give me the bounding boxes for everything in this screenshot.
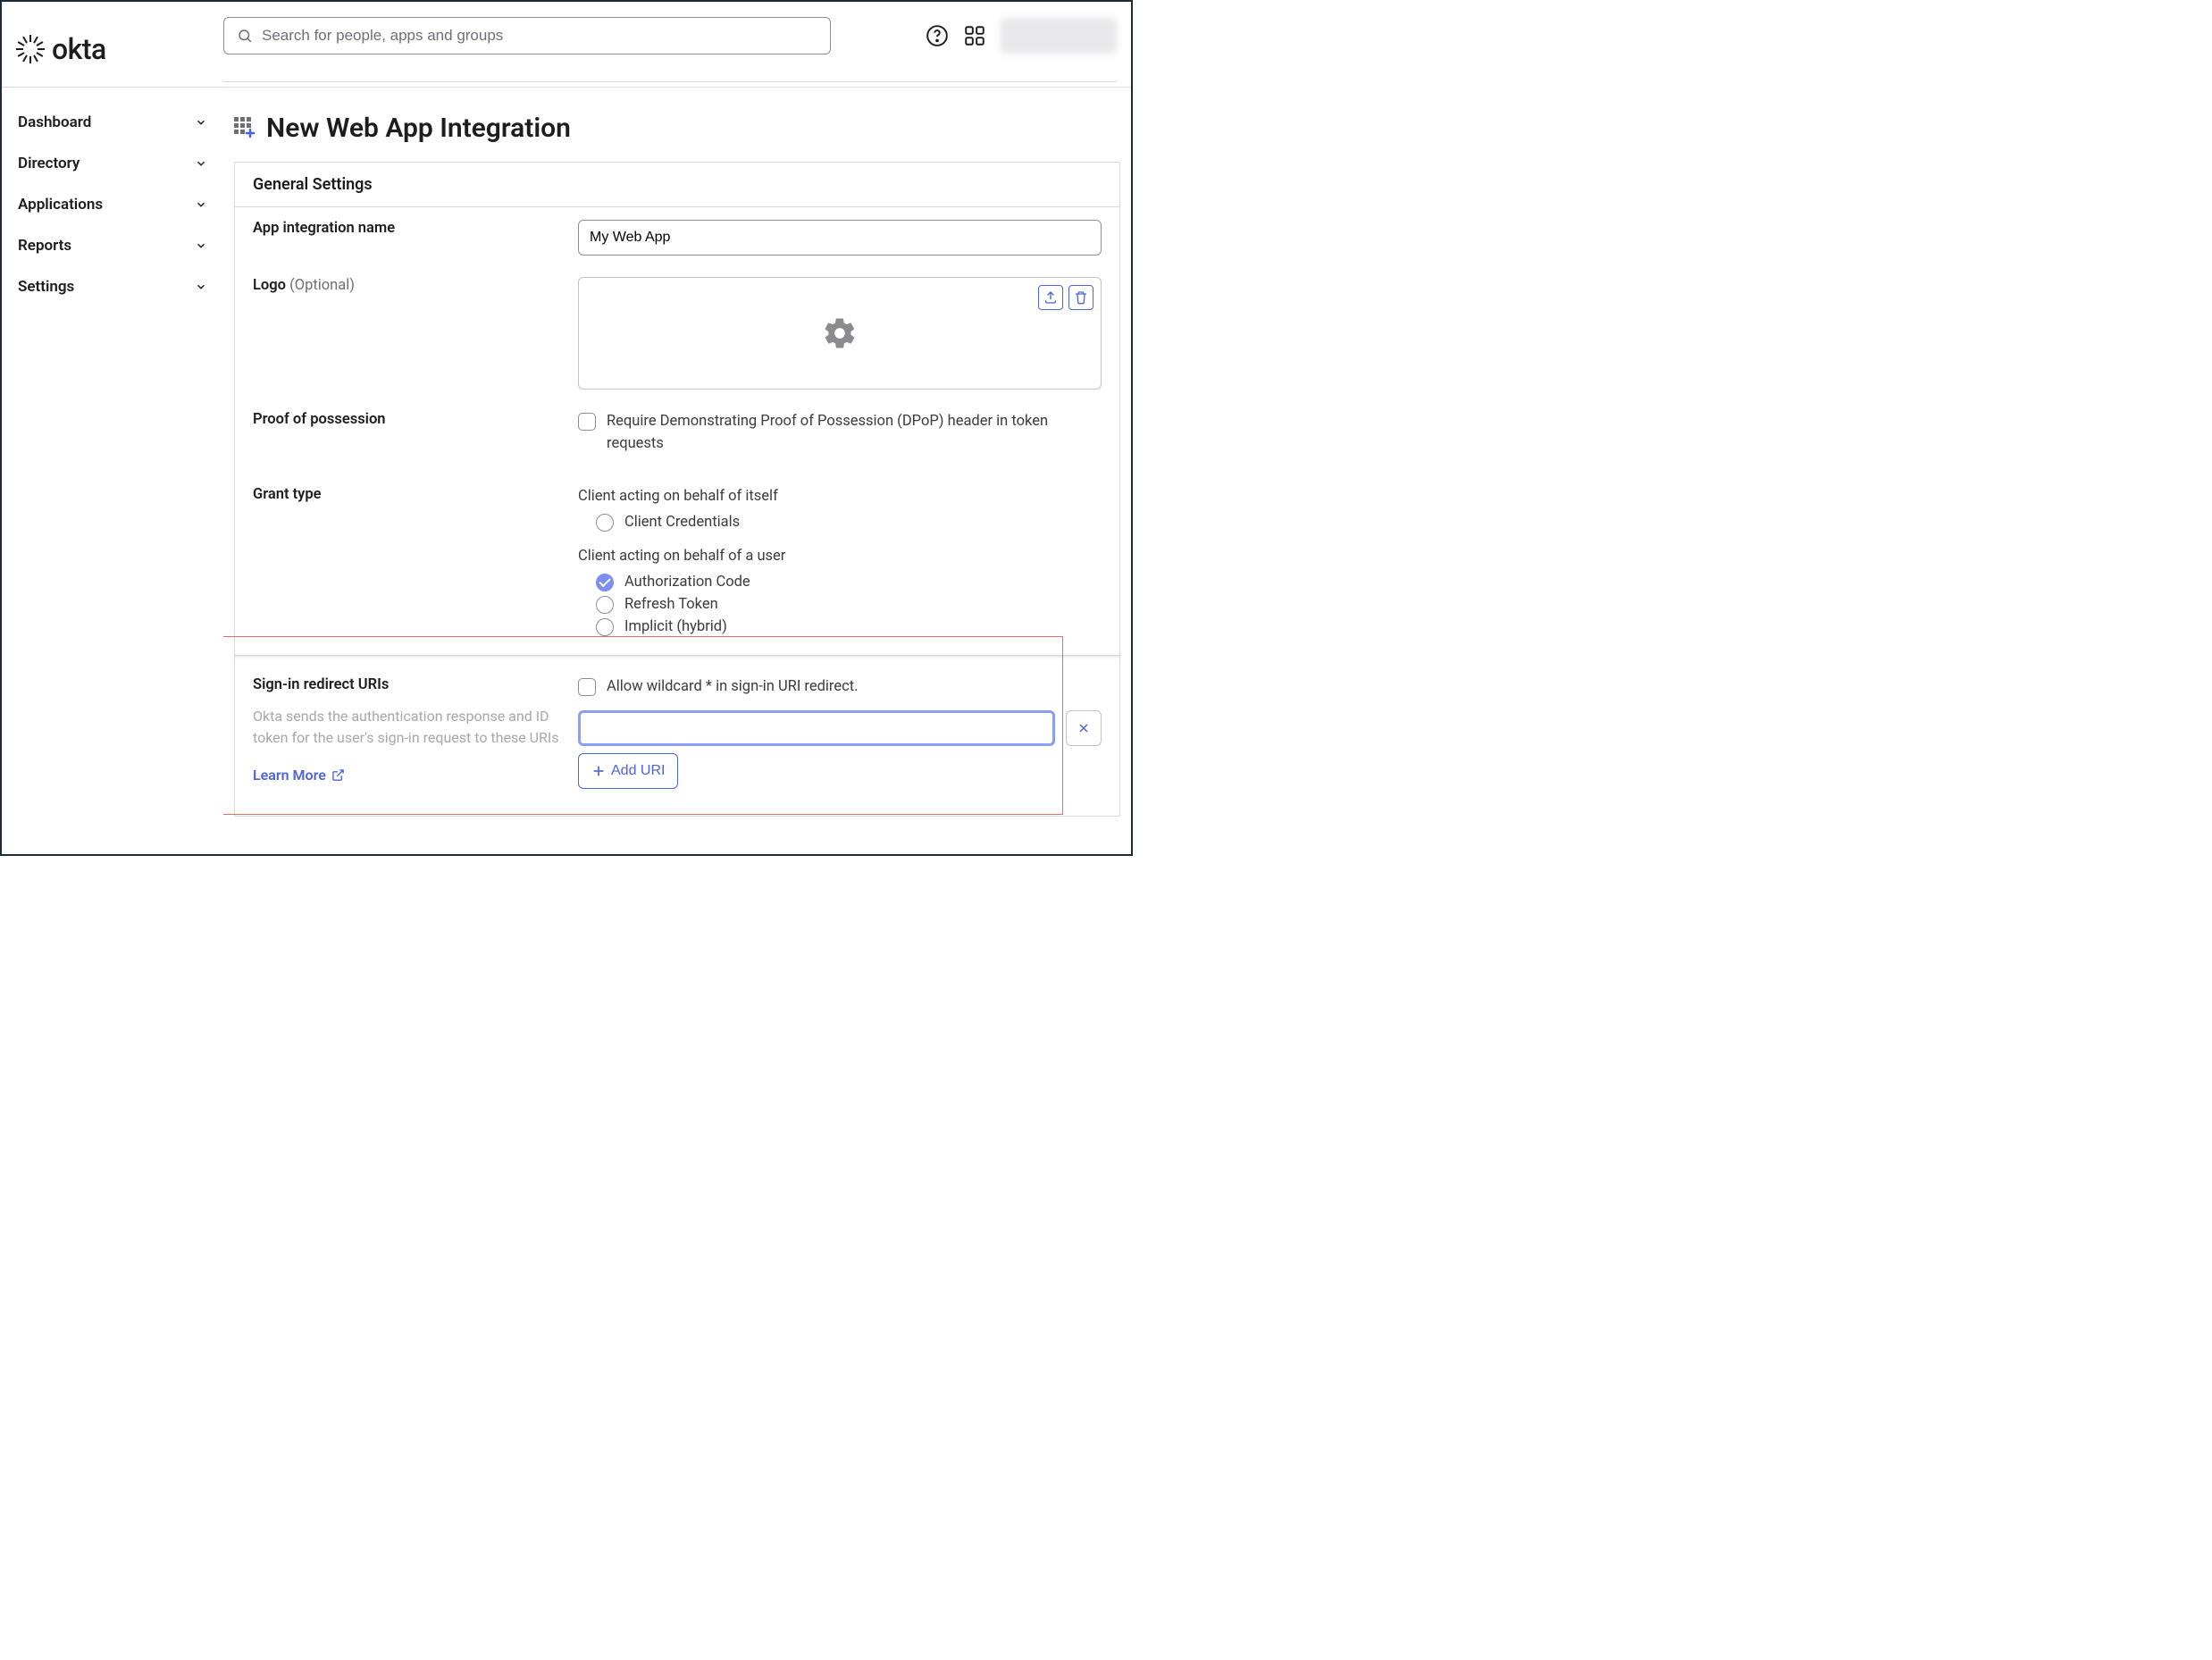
sidebar-item-dashboard[interactable]: Dashboard [14,102,211,143]
settings-panel: General Settings App integration name Lo… [234,162,1120,817]
remove-uri-button[interactable] [1066,710,1102,746]
okta-aperture-icon [16,35,45,63]
plus-icon [591,764,606,778]
refresh-token-label: Refresh Token [624,596,718,613]
logo-area: okta [16,32,223,66]
page-title: New Web App Integration [234,113,1120,144]
chevron-down-icon [195,281,207,293]
app-name-label: App integration name [253,220,578,237]
app-integration-icon [234,117,257,140]
brand-text: okta [52,32,106,66]
close-icon [1077,722,1090,734]
grant-user-heading: Client acting on behalf of a user [578,548,1102,565]
sidebar-item-label: Reports [18,237,71,255]
sidebar-item-label: Settings [18,278,74,296]
allow-wildcard-label: Allow wildcard * in sign-in URI redirect… [607,676,859,699]
logo-upload[interactable] [578,277,1102,390]
sidebar-item-label: Dashboard [18,113,91,131]
allow-wildcard-checkbox[interactable] [578,678,596,696]
main-content: New Web App Integration General Settings… [223,88,1131,854]
apps-grid-icon[interactable] [963,24,986,47]
signin-redirect-label: Sign-in redirect URIs [253,676,578,693]
search-input[interactable] [223,17,831,54]
chevron-down-icon [195,157,207,170]
refresh-token-checkbox[interactable] [596,596,614,614]
user-menu[interactable] [1001,18,1117,54]
delete-logo-button[interactable] [1068,285,1093,310]
gear-icon [822,315,858,351]
pop-label: Proof of possession [253,411,578,428]
sidebar-item-reports[interactable]: Reports [14,225,211,266]
app-name-input[interactable] [578,220,1102,256]
grant-type-label: Grant type [253,486,578,503]
client-credentials-label: Client Credentials [624,514,740,531]
sidebar-item-settings[interactable]: Settings [14,266,211,307]
implicit-hybrid-checkbox[interactable] [596,618,614,636]
upload-logo-button[interactable] [1038,285,1063,310]
external-link-icon [331,768,345,782]
authorization-code-label: Authorization Code [624,574,750,591]
dpop-label: Require Demonstrating Proof of Possessio… [607,411,1102,456]
panel-header: General Settings [235,163,1119,207]
client-credentials-checkbox[interactable] [596,514,614,532]
implicit-hybrid-label: Implicit (hybrid) [624,618,727,635]
chevron-down-icon [195,198,207,211]
header: okta [2,2,1131,88]
sidebar-item-label: Directory [18,155,80,172]
page-title-text: New Web App Integration [266,113,571,144]
add-uri-button[interactable]: Add URI [578,753,678,789]
sidebar-item-label: Applications [18,196,103,214]
upload-icon [1043,290,1058,305]
sidebar-item-applications[interactable]: Applications [14,184,211,225]
header-right [223,17,1117,82]
logo-label: Logo (Optional) [253,277,578,294]
okta-logo[interactable]: okta [16,32,106,66]
signin-redirect-desc: Okta sends the authentication response a… [253,706,578,749]
sidebar-item-directory[interactable]: Directory [14,143,211,184]
signin-redirect-uri-input[interactable] [578,710,1055,746]
search-field[interactable] [262,27,817,45]
authorization-code-checkbox[interactable] [596,574,614,591]
chevron-down-icon [195,239,207,252]
sidebar: Dashboard Directory Applications Reports… [2,87,223,854]
learn-more-link[interactable]: Learn More [253,767,345,784]
grant-self-heading: Client acting on behalf of itself [578,488,1102,505]
trash-icon [1074,290,1088,305]
help-icon[interactable] [926,24,949,47]
search-icon [237,28,253,44]
dpop-checkbox[interactable] [578,413,596,431]
chevron-down-icon [195,116,207,129]
